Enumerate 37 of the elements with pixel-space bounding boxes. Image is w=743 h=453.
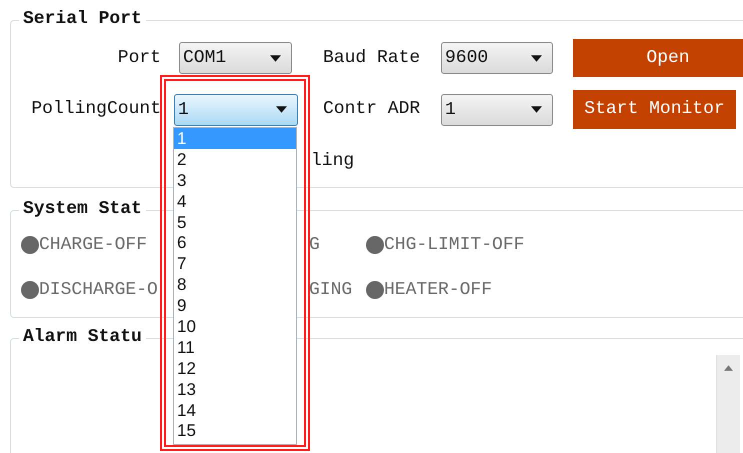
dropdown-option[interactable]: 10: [174, 316, 296, 337]
status-label: GING: [309, 279, 352, 301]
dropdown-option[interactable]: 6: [174, 232, 296, 254]
status-label: CHARGE-OFF: [39, 234, 148, 256]
caret-icon: [531, 106, 542, 113]
dropdown[interactable]: COM1: [179, 42, 292, 74]
dropdown[interactable]: 1: [174, 94, 298, 126]
field-label: PollingCount: [30, 98, 161, 121]
status-label: HEATER-OFF: [384, 279, 492, 301]
start-monitor-button[interactable]: Start Monitor: [573, 90, 736, 129]
open-button[interactable]: Open: [573, 39, 743, 77]
dropdown-option[interactable]: 4: [174, 190, 296, 212]
dropdown-option[interactable]: 14: [174, 400, 296, 420]
caret-icon: [270, 54, 281, 62]
scroll-up-icon[interactable]: [724, 365, 733, 371]
dropdown-option[interactable]: 2: [174, 148, 296, 170]
dropdown-option[interactable]: 12: [174, 358, 296, 379]
group-title: System Stat: [19, 198, 146, 220]
caret-icon: [276, 106, 287, 113]
status-label: DISCHARGE-O: [39, 279, 158, 301]
dropdown-option[interactable]: 3: [174, 170, 296, 191]
caret-icon: [531, 54, 542, 62]
field-label: Port: [116, 46, 161, 70]
dropdown-option[interactable]: 8: [174, 274, 296, 296]
dropdown[interactable]: 9600: [441, 42, 553, 74]
field-label: Contr ADR: [323, 98, 422, 121]
dropdown-option[interactable]: 5: [174, 212, 296, 232]
dropdown-option[interactable]: 15: [174, 420, 296, 442]
status-label: CHG-LIMIT-OFF: [384, 234, 524, 256]
dropdown-option[interactable]: 9: [174, 295, 296, 316]
dropdown-option[interactable]: 11: [174, 336, 296, 358]
field-label: ling: [311, 150, 354, 172]
field-label: Baud Rate: [323, 46, 422, 70]
dropdown-option[interactable]: 13: [174, 378, 296, 400]
dropdown[interactable]: 1: [441, 94, 553, 126]
dropdown-option[interactable]: 7: [174, 253, 296, 274]
status-label: G: [309, 234, 320, 256]
